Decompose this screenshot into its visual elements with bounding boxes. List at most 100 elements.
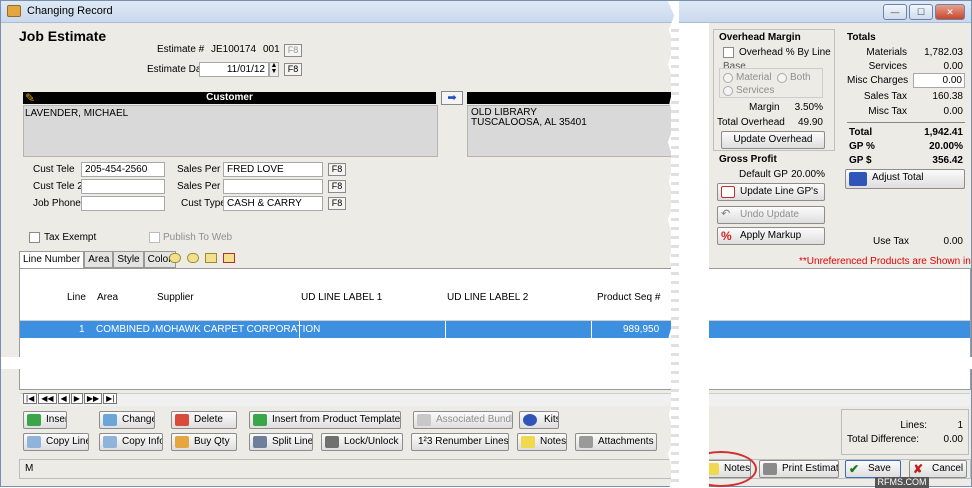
project-addr2: TUSCALOOSA, AL 35401 [471,117,587,128]
update-line-gp-button[interactable]: Update Line GP's [717,183,825,201]
tag-delete-icon[interactable] [223,253,235,263]
margin-label: Margin [749,102,780,113]
date-f8-button[interactable]: F8 [284,63,302,76]
close-button[interactable]: ✕ [935,4,965,20]
sales-per1-label: Sales Per 1 [177,164,229,175]
tag-icon[interactable] [169,253,181,263]
cust-tele2-input[interactable] [81,179,165,194]
save-button[interactable]: ✔ Save [845,460,901,478]
row-seq: 989,950 [623,324,660,335]
last-record-icon[interactable]: ▶| [103,393,118,404]
col-line[interactable]: Line [67,292,86,303]
prev-record-icon[interactable]: ◀ [57,393,70,404]
notes-label: Notes [540,436,567,447]
overhead-title: Overhead Margin [719,32,801,43]
total-label: Total [849,127,873,138]
save-label: Save [868,463,891,474]
copy-info-icon [103,436,117,448]
row-supplier: MOHAWK CARPET CORPORATION [155,324,321,335]
app-window: Changing Record — ☐ ✕ Job Estimate Estim… [0,0,972,488]
cancel-button[interactable]: ✘ Cancel [909,460,967,478]
kits-button[interactable]: Kits [519,411,559,429]
sales-per2-input[interactable] [223,179,323,194]
change-button[interactable]: Change [99,411,155,429]
customer-edit-icon[interactable]: ✎ [25,91,39,105]
copy-arrow-icon[interactable]: ➡ [441,91,463,105]
next-record-icon[interactable]: ▶ [70,393,83,404]
overhead-by-line-checkbox[interactable] [723,47,734,58]
estimate-f8-button[interactable]: F8 [284,44,302,57]
lock-unlock-button[interactable]: Lock/Unlock [321,433,403,451]
update-line-gp-label: Update Line GP's [740,186,819,197]
associated-bundle-button[interactable]: Associated Bundle [413,411,513,429]
col-area[interactable]: Area [97,292,118,303]
sales-per2-f8[interactable]: F8 [328,180,346,193]
cust-type-f8[interactable]: F8 [328,197,346,210]
attachments-button[interactable]: Attachments [575,433,657,451]
sales-per1-input[interactable]: FRED LOVE [223,162,323,177]
insert-templates-label: Insert from Product Templates [272,414,401,425]
first-record-icon[interactable]: |◀ [23,393,38,404]
publish-checkbox[interactable] [149,232,160,243]
insert-templates-button[interactable]: Insert from Product Templates [249,411,401,429]
copy-info-button[interactable]: Copy Info [99,433,163,451]
both-radio[interactable] [777,73,787,83]
insert-button[interactable]: Insert [23,411,67,429]
apply-markup-button[interactable]: % Apply Markup [717,227,825,245]
job-phone-input[interactable] [81,196,165,211]
renumber-lines-button[interactable]: 1²3 Renumber Lines [411,433,509,451]
tag-edit-icon[interactable] [187,253,199,263]
totals-divider [847,122,965,123]
update-overhead-button[interactable]: Update Overhead [721,131,825,149]
lines-summary [841,409,969,455]
tag-add-icon[interactable] [205,253,217,263]
adjust-total-button[interactable]: Adjust Total [845,169,965,189]
adjust-total-icon [849,172,867,186]
misc-charges-input[interactable]: 0.00 [913,73,965,88]
col-seq[interactable]: Product Seq # [597,292,660,303]
minimize-button[interactable]: — [883,4,907,20]
tab-style[interactable]: Style [113,251,144,268]
buy-qty-button[interactable]: Buy Qty [171,433,237,451]
copy-line-label: Copy Line [46,436,89,447]
undo-icon: ↶ [721,208,731,220]
tear-strip [1,357,972,369]
horizontal-scrollbar[interactable] [20,393,970,406]
tab-line-number[interactable]: Line Number [19,251,85,268]
job-phone-label: Job Phone [33,198,81,209]
services-radio[interactable] [723,86,733,96]
notes-button[interactable]: Notes [517,433,567,451]
tab-area[interactable]: Area [84,251,114,268]
estimate-date-input[interactable]: 11/01/12 [199,62,269,77]
col-supplier[interactable]: Supplier [157,292,194,303]
overhead-by-line-label: Overhead % By Line [739,47,831,58]
sales-per1-f8[interactable]: F8 [328,163,346,176]
page-title: Job Estimate [19,28,107,44]
next-page-icon[interactable]: ▶▶ [83,393,103,404]
buy-qty-label: Buy Qty [194,436,230,447]
status-mode: M [25,463,34,474]
col-ud1[interactable]: UD LINE LABEL 1 [301,292,382,303]
delete-button[interactable]: Delete [171,411,237,429]
maximize-button[interactable]: ☐ [909,4,933,20]
col-ud2[interactable]: UD LINE LABEL 2 [447,292,528,303]
cust-type-input[interactable]: CASH & CARRY [223,196,323,211]
cust-tele-input[interactable]: 205-454-2560 [81,162,165,177]
undo-update-button[interactable]: ↶ Undo Update [717,206,825,224]
print-estimate-button[interactable]: Print Estimate [759,460,839,478]
material-label: Material [736,72,772,83]
tax-exempt-checkbox[interactable] [29,232,40,243]
tear-shadow [671,23,679,488]
gp-pct-value: 20.00% [929,141,963,152]
record-navigator: |◀ ◀◀ ◀ ▶ ▶▶ ▶| [23,393,118,404]
material-radio[interactable] [723,73,733,83]
lock-unlock-label: Lock/Unlock [344,436,399,447]
prev-page-icon[interactable]: ◀◀ [38,393,57,404]
copy-line-button[interactable]: Copy Line [23,433,89,451]
default-gp-label: Default GP [739,169,788,180]
materials-value: 1,782.03 [924,47,963,58]
percent-icon: % [721,229,732,243]
date-spinner[interactable]: ▲ ▼ [269,62,279,77]
split-line-button[interactable]: Split Line [249,433,313,451]
insert-icon [27,414,41,426]
